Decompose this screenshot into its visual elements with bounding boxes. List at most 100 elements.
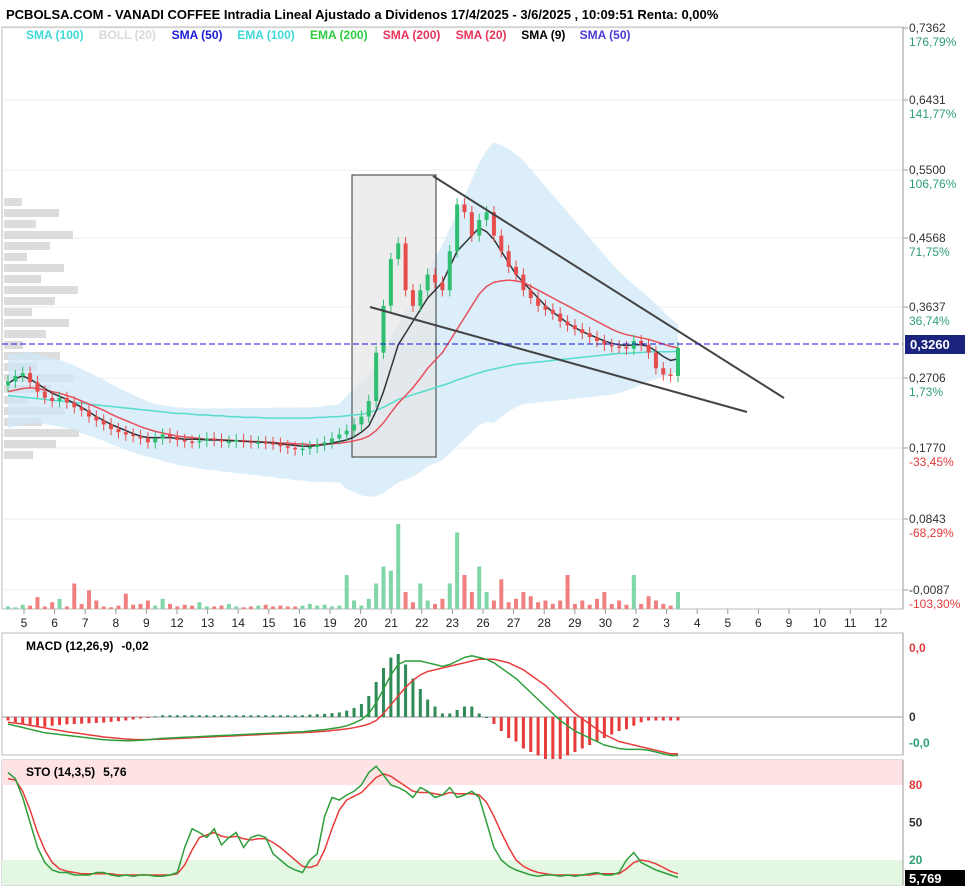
macd-hist-16: [124, 717, 128, 721]
price-pct-label-5: 1,73%: [909, 385, 943, 399]
chart-title: PCBOLSA.COM - VANADI COFFEE Intradia Lin…: [6, 7, 719, 22]
candle-body-8: [64, 397, 69, 403]
macd-hist-7: [58, 717, 62, 726]
macd-hist-1: [13, 717, 17, 723]
volume-bar-24: [182, 604, 187, 609]
macd-hist-68: [507, 717, 511, 738]
macd-hist-54: [404, 664, 408, 717]
price-tick-label-1: 0,6431: [909, 93, 946, 107]
candle-body-34: [256, 442, 261, 444]
volume-bar-54: [403, 592, 408, 609]
date-tick-label-3: 8: [112, 616, 119, 630]
volume-bar-66: [491, 600, 496, 609]
price-tick-label-0: 0,7362: [909, 21, 946, 35]
macd-axis-label-1: 0: [909, 710, 916, 724]
candle-body-12: [94, 416, 99, 421]
volume-bar-75: [558, 600, 563, 609]
macd-hist-15: [116, 717, 120, 722]
volume-bar-18: [138, 603, 143, 609]
candle-body-2: [20, 372, 25, 377]
date-tick-label-26: 10: [813, 616, 827, 630]
volume-bar-71: [528, 596, 533, 609]
candle-body-52: [388, 259, 393, 306]
date-tick-label-6: 13: [201, 616, 215, 630]
macd-hist-90: [669, 717, 673, 721]
profile-bar-5: [4, 253, 27, 261]
volume-bar-78: [580, 600, 585, 609]
candle-body-75: [558, 313, 563, 322]
macd-name: MACD (12,26,9): [26, 639, 113, 653]
volume-bar-46: [344, 575, 349, 609]
macd-hist-38: [286, 715, 290, 717]
price-tick-label-8: -0,0087: [909, 583, 950, 597]
volume-bar-34: [256, 605, 261, 609]
macd-hist-13: [102, 717, 106, 723]
price-pct-label-4: 36,74%: [909, 314, 950, 328]
candle-body-35: [263, 442, 268, 444]
volume-bar-32: [241, 607, 246, 609]
macd-hist-26: [197, 715, 201, 717]
volume-bar-41: [307, 603, 312, 609]
macd-hist-11: [87, 717, 91, 724]
volume-bar-33: [248, 606, 253, 609]
date-tick-label-28: 12: [874, 616, 888, 630]
date-tick-label-13: 22: [415, 616, 429, 630]
macd-hist-46: [345, 710, 349, 717]
volume-bar-38: [285, 606, 290, 609]
candle-body-82: [609, 344, 614, 347]
price-pct-label-8: -103,30%: [909, 597, 961, 611]
candle-body-6: [50, 397, 55, 401]
date-tick-label-7: 14: [232, 616, 246, 630]
legend-item-5: SMA (200): [383, 28, 441, 42]
volume-bar-30: [226, 603, 231, 609]
volume-bar-59: [440, 598, 445, 609]
macd-hist-56: [418, 689, 422, 717]
sto-oversold-zone: [2, 860, 903, 885]
candle-body-73: [543, 305, 548, 310]
volume-bar-27: [204, 606, 209, 609]
candle-body-90: [668, 374, 673, 377]
indicator-legend: SMA (100) BOLL (20) SMA (50) EMA (100) EMA (…: [26, 28, 631, 42]
volume-bar-35: [263, 604, 268, 609]
profile-bar-2: [4, 220, 36, 228]
macd-hist-58: [433, 706, 437, 717]
macd-hist-66: [492, 717, 496, 724]
volume-bar-26: [197, 602, 202, 609]
candle-body-78: [580, 329, 585, 334]
volume-bar-87: [646, 596, 651, 609]
volume-bar-84: [624, 604, 629, 609]
volume-bar-76: [565, 575, 570, 609]
candle-body-74: [550, 309, 555, 314]
candle-body-25: [190, 441, 195, 444]
macd-hist-32: [242, 715, 246, 717]
candle-body-72: [536, 298, 541, 306]
date-tick-label-17: 28: [538, 616, 552, 630]
date-tick-label-19: 30: [599, 616, 613, 630]
candle-body-10: [79, 407, 84, 411]
candle-body-68: [506, 251, 511, 267]
candle-body-44: [329, 438, 334, 443]
macd-hist-27: [205, 715, 209, 717]
candle-body-30: [226, 441, 231, 444]
volume-bar-44: [329, 606, 334, 609]
candle-body-85: [631, 340, 636, 349]
volume-bar-22: [167, 603, 172, 609]
sto-axis-label-0: 80: [909, 778, 923, 792]
volume-bar-36: [271, 606, 276, 609]
macd-hist-91: [676, 717, 680, 721]
candle-body-80: [595, 337, 600, 341]
volume-bar-64: [477, 566, 482, 609]
macd-hist-82: [610, 717, 614, 735]
candle-body-55: [410, 290, 415, 306]
volume-bar-80: [595, 598, 600, 609]
candle-body-46: [344, 430, 349, 435]
date-tick-label-12: 21: [385, 616, 399, 630]
date-tick-label-0: 5: [21, 616, 28, 630]
candle-body-61: [455, 204, 460, 252]
profile-bar-8: [4, 286, 78, 294]
candle-body-26: [197, 440, 202, 443]
date-tick-label-20: 2: [633, 616, 640, 630]
bollinger-band: [8, 142, 678, 497]
volume-bar-21: [160, 598, 165, 609]
macd-hist-30: [227, 715, 231, 717]
